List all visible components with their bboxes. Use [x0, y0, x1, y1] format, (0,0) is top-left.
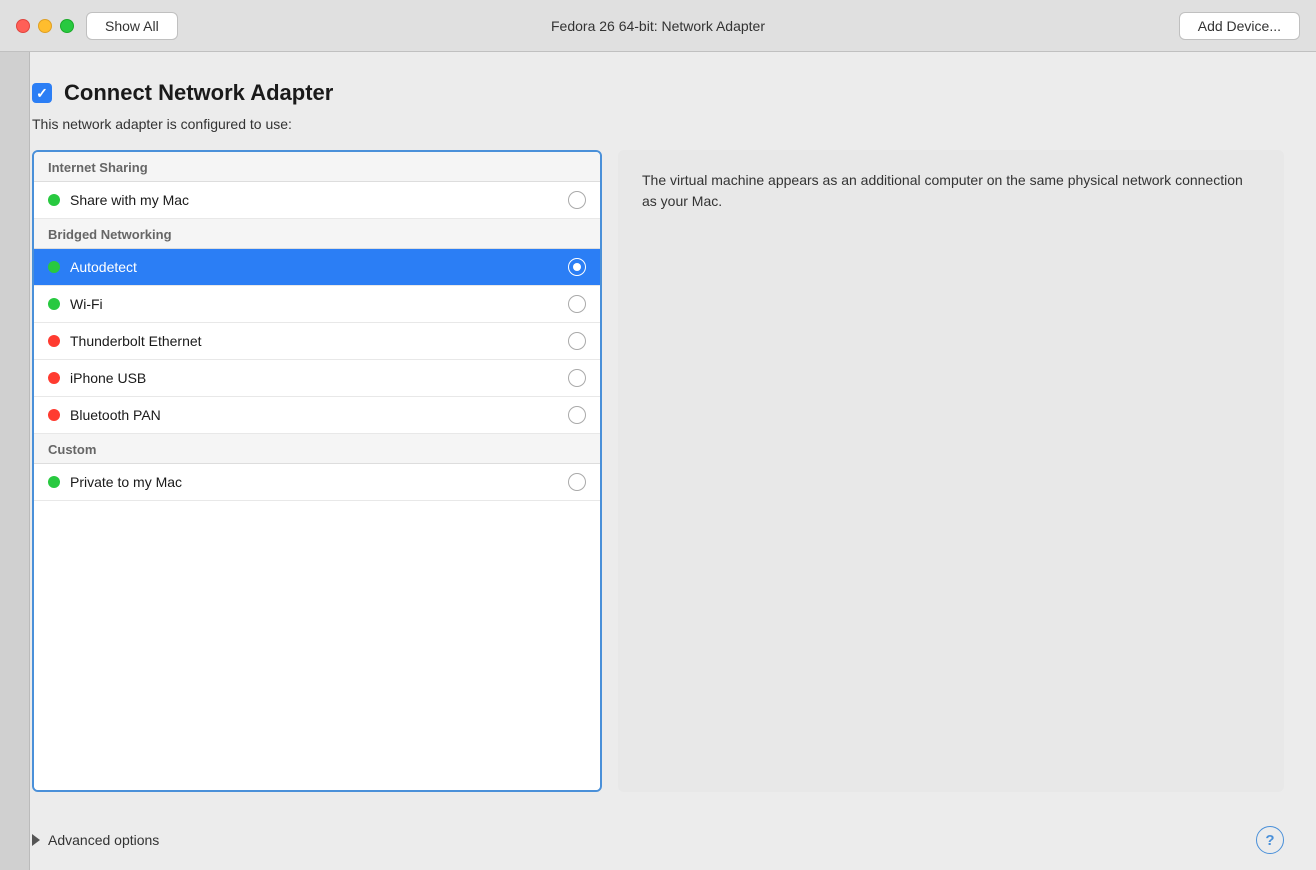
close-button[interactable]	[16, 19, 30, 33]
section-header-custom: Custom	[34, 434, 600, 464]
section-header-internet-sharing: Internet Sharing	[34, 152, 600, 182]
sidebar-background	[0, 52, 30, 870]
radio-button-selected[interactable]	[568, 258, 586, 276]
item-label: Bluetooth PAN	[70, 407, 568, 423]
add-device-button[interactable]: Add Device...	[1179, 12, 1300, 40]
main-content: Connect Network Adapter This network ada…	[0, 52, 1316, 812]
show-all-button[interactable]: Show All	[86, 12, 178, 40]
item-label: Private to my Mac	[70, 474, 568, 490]
two-col-layout: Internet Sharing Share with my Mac Bridg…	[32, 150, 1284, 792]
item-label: Wi-Fi	[70, 296, 568, 312]
help-button[interactable]: ?	[1256, 826, 1284, 854]
section-header-bridged: Bridged Networking	[34, 219, 600, 249]
page-title: Connect Network Adapter	[64, 80, 333, 106]
list-item[interactable]: Wi-Fi	[34, 286, 600, 323]
radio-button[interactable]	[568, 369, 586, 387]
status-dot-green	[48, 476, 60, 488]
minimize-button[interactable]	[38, 19, 52, 33]
list-item[interactable]: Autodetect	[34, 249, 600, 286]
main-window: Show All Fedora 26 64-bit: Network Adapt…	[0, 0, 1316, 870]
status-dot-red	[48, 372, 60, 384]
subtitle-text: This network adapter is configured to us…	[32, 116, 1284, 132]
item-label: Autodetect	[70, 259, 568, 275]
list-item[interactable]: Thunderbolt Ethernet	[34, 323, 600, 360]
titlebar: Show All Fedora 26 64-bit: Network Adapt…	[0, 0, 1316, 52]
footer: Advanced options ?	[0, 812, 1316, 870]
list-item[interactable]: Private to my Mac	[34, 464, 600, 501]
description-text: The virtual machine appears as an additi…	[642, 172, 1243, 209]
radio-button[interactable]	[568, 191, 586, 209]
zoom-button[interactable]	[60, 19, 74, 33]
description-panel: The virtual machine appears as an additi…	[618, 150, 1284, 792]
advanced-options-button[interactable]: Advanced options	[32, 832, 159, 848]
item-label: Share with my Mac	[70, 192, 568, 208]
item-label: Thunderbolt Ethernet	[70, 333, 568, 349]
network-list: Internet Sharing Share with my Mac Bridg…	[32, 150, 602, 792]
radio-button[interactable]	[568, 295, 586, 313]
list-item[interactable]: Bluetooth PAN	[34, 397, 600, 434]
triangle-icon	[32, 834, 40, 846]
status-dot-red	[48, 409, 60, 421]
status-dot-green	[48, 261, 60, 273]
list-item[interactable]: iPhone USB	[34, 360, 600, 397]
traffic-lights	[16, 19, 74, 33]
status-dot-green	[48, 298, 60, 310]
item-label: iPhone USB	[70, 370, 568, 386]
status-dot-green	[48, 194, 60, 206]
connect-checkbox[interactable]	[32, 83, 52, 103]
status-dot-red	[48, 335, 60, 347]
list-spacer	[34, 501, 600, 790]
radio-button[interactable]	[568, 406, 586, 424]
radio-button[interactable]	[568, 332, 586, 350]
radio-button[interactable]	[568, 473, 586, 491]
advanced-options-label: Advanced options	[48, 832, 159, 848]
list-item[interactable]: Share with my Mac	[34, 182, 600, 219]
header-section: Connect Network Adapter	[32, 80, 1284, 106]
window-title: Fedora 26 64-bit: Network Adapter	[551, 18, 765, 34]
